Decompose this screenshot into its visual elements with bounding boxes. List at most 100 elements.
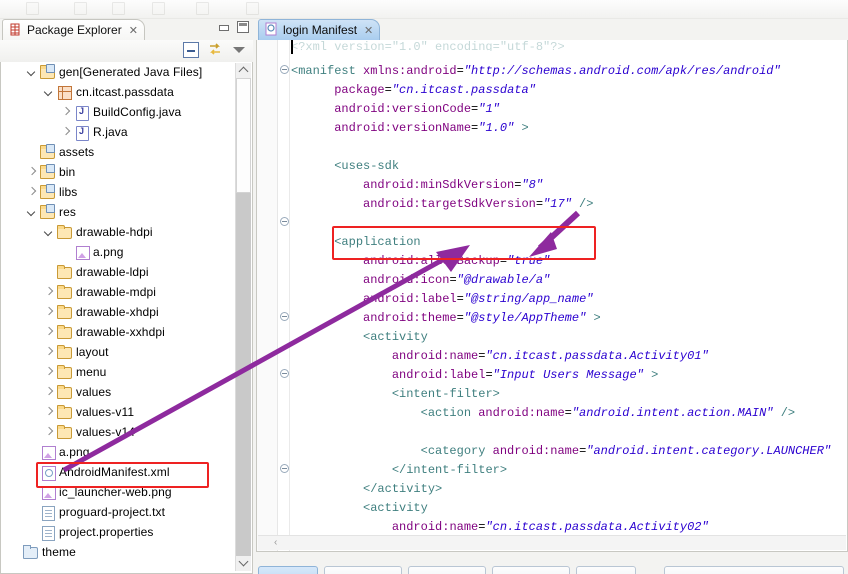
tree-item-values-v14[interactable]: values-v14 xyxy=(1,422,237,442)
tree-item-bin[interactable]: bin xyxy=(1,162,237,182)
bottom-tab-3[interactable] xyxy=(408,566,486,574)
scroll-down-icon[interactable] xyxy=(236,556,251,571)
code-line: android:versionCode="1" xyxy=(334,102,500,116)
code-line: android:label="Input Users Message" > xyxy=(391,368,659,382)
tree-vertical-scrollbar[interactable] xyxy=(235,63,251,571)
close-icon[interactable]: ✕ xyxy=(129,24,138,37)
code-line: <activity xyxy=(363,330,428,344)
source-folder-icon xyxy=(39,64,55,80)
tree-item-drawable-xhdpi[interactable]: drawable-xhdpi xyxy=(1,302,237,322)
tree-item-r-java[interactable]: R.java xyxy=(1,122,237,142)
fold-toggle-intent-filter[interactable] xyxy=(280,369,289,378)
twisty-placeholder xyxy=(26,146,38,158)
chevron-right-icon[interactable] xyxy=(43,286,55,298)
image-file-icon xyxy=(39,444,56,460)
tree-item-drawable-ldpi[interactable]: drawable-ldpi xyxy=(1,262,237,282)
tree-item-values-v11[interactable]: values-v11 xyxy=(1,402,237,422)
tree-item-label: menu xyxy=(76,365,107,379)
tree-item-res[interactable]: res xyxy=(1,202,237,222)
tree-item-a-png[interactable]: a.png xyxy=(1,442,237,462)
chevron-right-icon[interactable] xyxy=(60,106,72,118)
project-tree[interactable]: gen [Generated Java Files] cn.itcast.pass… xyxy=(0,62,253,574)
bottom-tab-6[interactable] xyxy=(664,566,844,574)
bottom-tab-5[interactable] xyxy=(576,566,636,574)
tree-item-drawable-mdpi[interactable]: drawable-mdpi xyxy=(1,282,237,302)
chevron-down-icon[interactable] xyxy=(43,86,55,98)
editor-view: login Manifest ✕ <?xml version="1.0" enc… xyxy=(256,18,848,574)
code-line: <application xyxy=(334,235,421,249)
bottom-tab-2[interactable] xyxy=(324,566,402,574)
xml-file-icon xyxy=(264,22,278,38)
chevron-right-icon[interactable] xyxy=(43,426,55,438)
chevron-right-icon[interactable] xyxy=(43,306,55,318)
tree-item-theme[interactable]: theme xyxy=(1,542,237,562)
editor-horizontal-scrollbar[interactable]: ‹ xyxy=(258,535,846,550)
tree-item-gen[interactable]: gen [Generated Java Files] xyxy=(1,62,237,82)
twisty-placeholder xyxy=(26,446,38,458)
tree-item-label: layout xyxy=(76,345,109,359)
tree-item-label: BuildConfig.java xyxy=(93,105,182,119)
tree-item-label: drawable-hdpi xyxy=(76,225,153,239)
fold-toggle-activity-2[interactable] xyxy=(280,464,289,473)
tab-login-manifest[interactable]: login Manifest ✕ xyxy=(258,19,381,40)
fold-toggle-manifest[interactable] xyxy=(280,65,289,74)
chevron-down-icon[interactable] xyxy=(26,206,38,218)
close-icon[interactable]: ✕ xyxy=(364,24,373,37)
tree-item-ic-launcher-web-png[interactable]: ic_launcher-web.png xyxy=(1,482,237,502)
folder-icon xyxy=(56,264,72,280)
chevron-right-icon[interactable] xyxy=(60,126,72,138)
scrollbar-thumb[interactable] xyxy=(236,78,251,193)
source-folder-icon xyxy=(39,184,55,200)
scrollbar-track[interactable] xyxy=(236,193,251,556)
code-line: <activity xyxy=(363,501,428,515)
chevron-down-icon[interactable] xyxy=(43,226,55,238)
chevron-right-icon[interactable] xyxy=(43,346,55,358)
tree-item-assets[interactable]: assets xyxy=(1,142,237,162)
tree-item-layout[interactable]: layout xyxy=(1,342,237,362)
tree-item-drawable-xxhdpi[interactable]: drawable-xxhdpi xyxy=(1,322,237,342)
chevron-right-icon[interactable] xyxy=(26,166,38,178)
scroll-up-icon[interactable] xyxy=(236,63,251,78)
tree-item-buildconfig-java[interactable]: BuildConfig.java xyxy=(1,102,237,122)
fold-toggle-application[interactable] xyxy=(280,217,289,226)
link-with-editor-icon[interactable] xyxy=(207,42,223,58)
fold-toggle-activity-1[interactable] xyxy=(280,312,289,321)
folder-icon xyxy=(56,424,72,440)
scroll-left-icon[interactable]: ‹ xyxy=(274,537,277,548)
code-line: android:versionName="1.0" > xyxy=(334,121,529,135)
code-line: android:theme="@style/AppTheme" > xyxy=(363,311,601,325)
bottom-tab-1[interactable] xyxy=(258,566,318,574)
tree-item-androidmanifest-xml[interactable]: AndroidManifest.xml xyxy=(1,462,237,482)
view-menu-icon[interactable] xyxy=(231,42,247,58)
tree-item-label: values xyxy=(76,385,112,399)
tree-item-cn-itcast-passdata[interactable]: cn.itcast.passdata xyxy=(1,82,237,102)
chevron-right-icon[interactable] xyxy=(43,366,55,378)
chevron-right-icon[interactable] xyxy=(26,186,38,198)
chevron-right-icon[interactable] xyxy=(43,386,55,398)
collapse-all-icon[interactable] xyxy=(183,42,199,58)
minimize-button[interactable] xyxy=(218,21,230,33)
chevron-right-icon[interactable] xyxy=(43,326,55,338)
tree-item-values[interactable]: values xyxy=(1,382,237,402)
tree-item-drawable-hdpi[interactable]: drawable-hdpi xyxy=(1,222,237,242)
twisty-placeholder xyxy=(26,466,38,478)
tree-item-proguard-project-txt[interactable]: proguard-project.txt xyxy=(1,502,237,522)
twisty-placeholder xyxy=(60,246,72,258)
chevron-down-icon[interactable] xyxy=(26,66,38,78)
tree-item-libs[interactable]: libs xyxy=(1,182,237,202)
tree-item-project-properties[interactable]: project.properties xyxy=(1,522,237,542)
chevron-right-icon[interactable] xyxy=(43,406,55,418)
tree-item-label: proguard-project.txt xyxy=(59,505,166,519)
tree-item-menu[interactable]: menu xyxy=(1,362,237,382)
editor-code-lines[interactable]: <manifest xmlns:android="http://schemas.… xyxy=(291,62,847,551)
folder-icon xyxy=(56,404,72,420)
tree-item-a-png[interactable]: a.png xyxy=(1,242,237,262)
code-line: <intent-filter> xyxy=(391,387,500,401)
tab-package-explorer[interactable]: Package Explorer ✕ xyxy=(2,19,145,40)
bottom-tab-4[interactable] xyxy=(492,566,570,574)
xml-editor[interactable]: <?xml version="1.0" encoding="utf-8"?> <… xyxy=(256,40,848,552)
view-window-buttons xyxy=(218,21,249,33)
package-explorer-view: Package Explorer ✕ gen [Generated Java F… xyxy=(0,18,253,574)
text-caret xyxy=(291,40,293,54)
maximize-button[interactable] xyxy=(237,21,249,33)
